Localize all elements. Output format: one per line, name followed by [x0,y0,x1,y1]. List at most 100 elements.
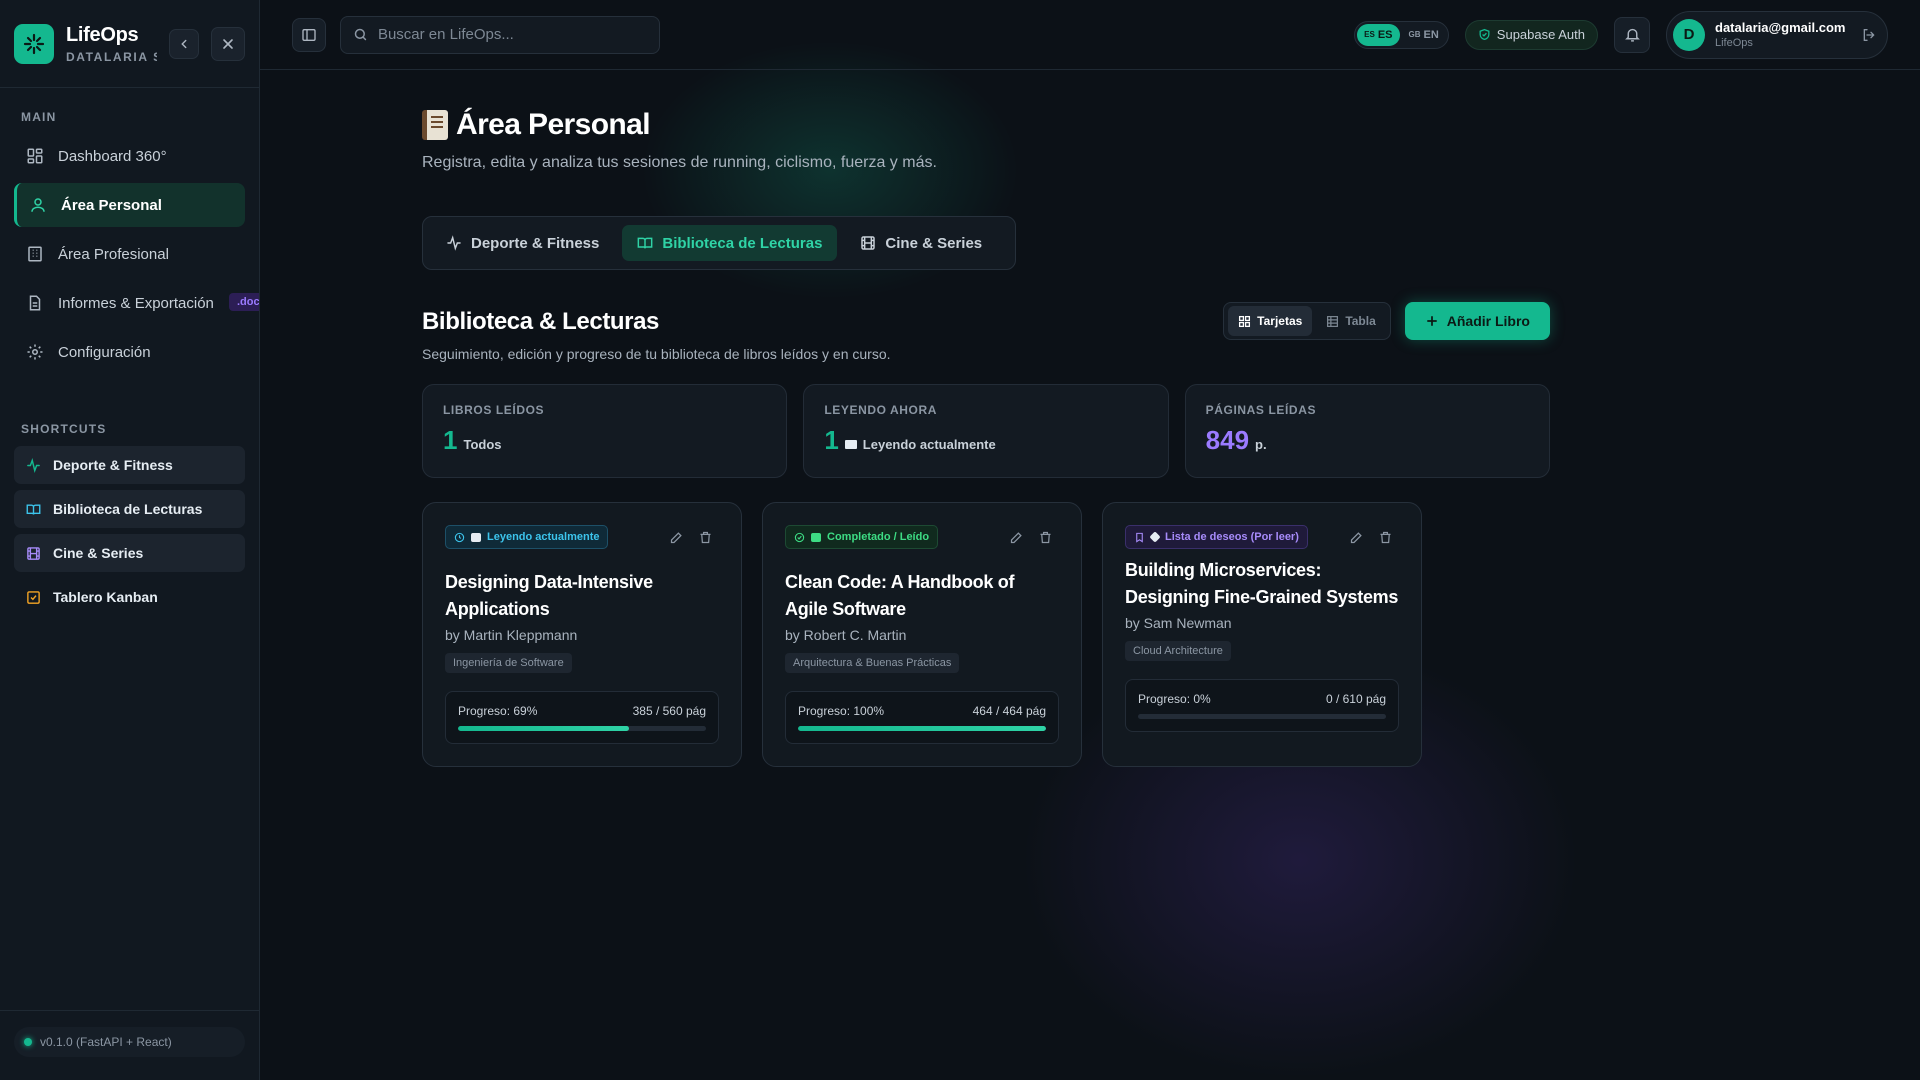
search-box [340,15,660,54]
stat-card-reading-now: LEYENDO AHORA 1 Leyendo actualmente [803,384,1169,478]
book-title: Building Microservices: Designing Fine-G… [1125,560,1399,607]
progress-label: Progreso: 0% [1138,692,1211,706]
edit-icon[interactable] [669,530,684,545]
book-title: Designing Data-Intensive Applications [445,572,653,619]
check-circle-icon [794,532,805,542]
shortcut-cine[interactable]: Cine & Series [14,534,245,572]
topbar-right: ES ES GB EN Supabase Auth D datalaria@gm… [1354,10,1888,59]
stat-label: LEYENDO AHORA [824,403,938,417]
stat-label: LIBROS LEÍDOS [443,403,545,417]
progress-label: Progreso: 69% [458,704,538,718]
toggle-sidebar-button[interactable] [292,17,326,52]
section-subtitle: Seguimiento, edición y progreso de tu bi… [422,346,891,362]
user-email: datalaria@gmail.com [1715,20,1846,35]
logout-icon[interactable] [1861,27,1877,43]
search-input[interactable] [377,26,647,43]
close-icon [223,38,233,49]
page-title: Área Personal [422,108,1550,142]
page-content: Área Personal Registra, edita y analiza … [260,108,1550,767]
stat-card-books-read: LIBROS LEÍDOS 1 Todos [422,384,788,478]
doc-badge: .doc [229,293,259,311]
progress-label: Progreso: 100% [798,704,885,718]
brand-header: LifeOps DATALARIA S1 [0,0,259,88]
shortcut-deporte[interactable]: Deporte & Fitness [14,446,245,484]
edit-icon[interactable] [1349,530,1364,545]
tab-biblioteca-lecturas[interactable]: Biblioteca de Lecturas [622,225,838,261]
progress-box: Progreso: 100% 464 / 464 pág [785,691,1059,744]
stat-note: Todos [463,437,502,452]
add-book-label: Añadir Libro [1446,313,1530,329]
sidebar-item-label: Dashboard 360° [58,147,167,165]
stat-card-pages-read: PÁGINAS LEÍDAS 849 p. [1184,384,1550,478]
page-subtitle: Registra, edita y analiza tus sesiones d… [422,154,937,171]
sidebar-item-label: Configuración [58,343,151,361]
sidebar-item-dashboard[interactable]: Dashboard 360° [14,134,245,178]
user-icon [31,198,45,212]
area-tabs: Deporte & Fitness Biblioteca de Lecturas… [422,216,1016,270]
stats-row: LIBROS LEÍDOS 1 Todos LEYENDO AHORA 1 Le… [422,384,1550,478]
sidebar-panel-icon [302,28,316,41]
progress-bar-fill [458,726,630,731]
logo-icon [14,23,54,64]
gear-icon [27,344,43,360]
lang-es-label: ES [1377,28,1393,41]
add-book-button[interactable]: Añadir Libro [1404,302,1550,340]
sidebar-item-informes[interactable]: Informes & Exportación .doc [14,281,259,325]
lang-option-es[interactable]: ES ES [1357,23,1400,46]
collapse-sidebar-button[interactable] [169,28,199,59]
status-badge: Completado / Leído [785,525,939,549]
view-cards-button[interactable]: Tarjetas [1228,306,1313,336]
trash-icon[interactable] [1038,530,1053,545]
user-menu[interactable]: D datalaria@gmail.com LifeOps [1666,10,1888,59]
grid-icon [1239,315,1251,327]
stat-value: 1 [443,425,458,455]
main-nav: MAIN Dashboard 360° Área Personal Área P… [0,88,259,622]
progress-bar [458,726,706,731]
trash-icon[interactable] [698,530,713,545]
nav-section-title: MAIN [21,110,57,124]
stat-value: 849 [1205,425,1250,455]
status-label: Completado / Leído [827,531,930,543]
book-card[interactable]: Completado / Leído Clean Code: A Handboo… [762,502,1082,767]
sidebar-item-area-personal[interactable]: Área Personal [14,183,245,227]
shortcut-biblioteca[interactable]: Biblioteca de Lecturas [14,490,245,528]
status-label: Leyendo actualmente [487,531,600,543]
shortcut-kanban[interactable]: Tablero Kanban [14,578,245,616]
brand-subtitle: DATALARIA S1 [66,49,157,64]
lang-option-en[interactable]: GB EN [1402,24,1446,46]
auth-status-badge[interactable]: Supabase Auth [1464,19,1598,50]
book-card[interactable]: Lista de deseos (Por leer) Building Micr… [1102,502,1422,767]
notifications-button[interactable] [1614,16,1650,53]
flag-gb-icon: GB [1408,30,1421,39]
view-table-button[interactable]: Tabla [1316,306,1385,336]
film-icon [27,546,40,560]
progress-pages: 0 / 610 pág [1325,692,1386,706]
book-card[interactable]: Leyendo actualmente Designing Data-Inten… [422,502,742,767]
plus-icon [1426,316,1437,326]
book-open-icon [637,237,653,249]
version-pill: v0.1.0 (FastAPI + React) [14,1027,245,1057]
sidebar-item-area-profesional[interactable]: Área Profesional [14,232,245,276]
tab-label: Cine & Series [885,234,983,252]
tab-cine-series[interactable]: Cine & Series [845,225,997,261]
stat-label: PÁGINAS LEÍDAS [1205,403,1317,417]
edit-icon[interactable] [1009,530,1024,545]
book-icon [471,532,481,542]
bookmark-icon [1136,532,1143,543]
book-cards: Leyendo actualmente Designing Data-Inten… [422,502,1550,767]
chevron-left-icon [181,39,187,48]
tab-label: Biblioteca de Lecturas [662,234,823,252]
main-area: ES ES GB EN Supabase Auth D [260,0,1920,1080]
activity-icon [27,457,40,473]
progress-bar [798,726,1046,731]
status-label: Lista de deseos (Por leer) [1165,531,1299,543]
view-cards-label: Tarjetas [1257,314,1303,328]
sidebar-item-configuracion[interactable]: Configuración [14,330,245,374]
book-title: Clean Code: A Handbook of Agile Software [785,572,1015,619]
sidebar-item-label: Área Profesional [58,245,169,263]
tab-deporte-fitness[interactable]: Deporte & Fitness [431,225,614,261]
grid-icon [27,148,43,164]
close-sidebar-button[interactable] [211,26,245,61]
auth-label: Supabase Auth [1496,27,1585,42]
trash-icon[interactable] [1378,530,1393,545]
